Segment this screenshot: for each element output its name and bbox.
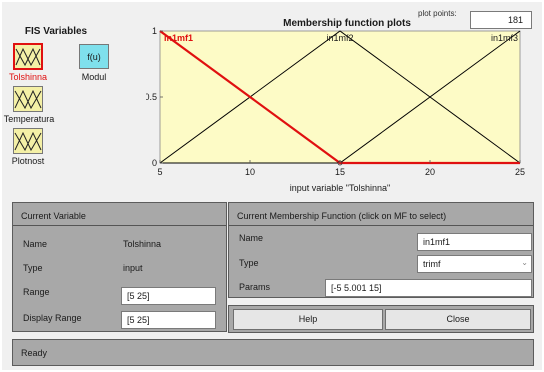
input-var-label-plotnost[interactable]: Plotnost xyxy=(2,156,54,166)
buttons-panel: Help Close xyxy=(228,305,534,333)
membership-icon xyxy=(14,89,42,110)
mf-type-select[interactable]: trimf ⌄ xyxy=(417,255,532,273)
membership-icon xyxy=(15,47,41,67)
range-input[interactable]: [5 25] xyxy=(121,287,216,305)
mf-name-in1mf2[interactable]: in1mf2 xyxy=(326,33,353,43)
output-var-box[interactable]: f(u) xyxy=(79,44,109,69)
mf-type-value: trimf xyxy=(423,259,441,269)
input-var-box-plotnost[interactable] xyxy=(13,128,43,154)
membership-function-plot[interactable]: 5 10 15 20 25 0 0.5 1 in1mf1 in1mf2 in1mf3 inpu… xyxy=(146,25,536,197)
y-tick-label: 1 xyxy=(152,26,157,36)
current-mf-panel: Current Membership Function (click on MF… xyxy=(228,202,534,298)
variable-name-value: Tolshinna xyxy=(123,239,162,249)
status-bar: Ready xyxy=(12,339,534,366)
fuzzy-mf-editor-window: FIS Variables Tolshinna f(u) Modul Tempe… xyxy=(2,2,542,370)
variable-name-label: Name xyxy=(23,239,48,249)
x-tick-label: 15 xyxy=(335,167,345,177)
x-tick-label: 10 xyxy=(245,167,255,177)
mf-name-in1mf1[interactable]: in1mf1 xyxy=(164,33,193,43)
close-button[interactable]: Close xyxy=(385,309,531,330)
range-label: Range xyxy=(23,287,50,297)
plot-area xyxy=(159,30,521,164)
input-var-label-temperatura[interactable]: Temperatura xyxy=(2,114,56,124)
display-range-input[interactable]: [5 25] xyxy=(121,311,216,329)
x-tick-label: 20 xyxy=(425,167,435,177)
input-var-box-temperatura[interactable] xyxy=(13,86,43,112)
current-variable-panel: Current Variable Name Tolshinna Type inp… xyxy=(12,202,227,332)
output-function-label: f(u) xyxy=(87,52,101,62)
output-var-label[interactable]: Modul xyxy=(72,72,116,82)
input-var-box-tolshinna[interactable] xyxy=(13,43,43,70)
y-tick-label: 0.5 xyxy=(146,92,157,102)
x-tick-label: 5 xyxy=(157,167,162,177)
mf-name-input[interactable]: in1mf1 xyxy=(417,233,532,251)
mf-params-input[interactable]: [-5 5.001 15] xyxy=(325,279,532,297)
membership-icon xyxy=(14,131,42,152)
mf-params-label: Params xyxy=(239,282,271,292)
mf-name-in1mf3[interactable]: in1mf3 xyxy=(491,33,518,43)
mf-type-label: Type xyxy=(239,258,259,268)
mf-name-label: Name xyxy=(239,233,264,243)
display-range-label: Display Range xyxy=(23,313,82,323)
x-tick-label: 25 xyxy=(515,167,525,177)
variable-type-label: Type xyxy=(23,263,43,273)
input-var-label-tolshinna[interactable]: Tolshinna xyxy=(2,72,54,82)
y-tick-label: 0 xyxy=(152,158,157,168)
help-button[interactable]: Help xyxy=(233,309,383,330)
current-mf-title: Current Membership Function (click on MF… xyxy=(237,211,447,221)
x-axis-label: input variable "Tolshinna" xyxy=(290,183,390,193)
status-text: Ready xyxy=(21,348,48,358)
variable-type-value: input xyxy=(123,263,143,273)
panel-divider xyxy=(229,225,533,226)
current-variable-title: Current Variable xyxy=(21,211,86,221)
chevron-down-icon: ⌄ xyxy=(521,258,528,267)
plot-points-label: plot points: xyxy=(418,9,457,18)
fis-variables-title: FIS Variables xyxy=(24,26,88,37)
panel-divider xyxy=(13,225,226,226)
